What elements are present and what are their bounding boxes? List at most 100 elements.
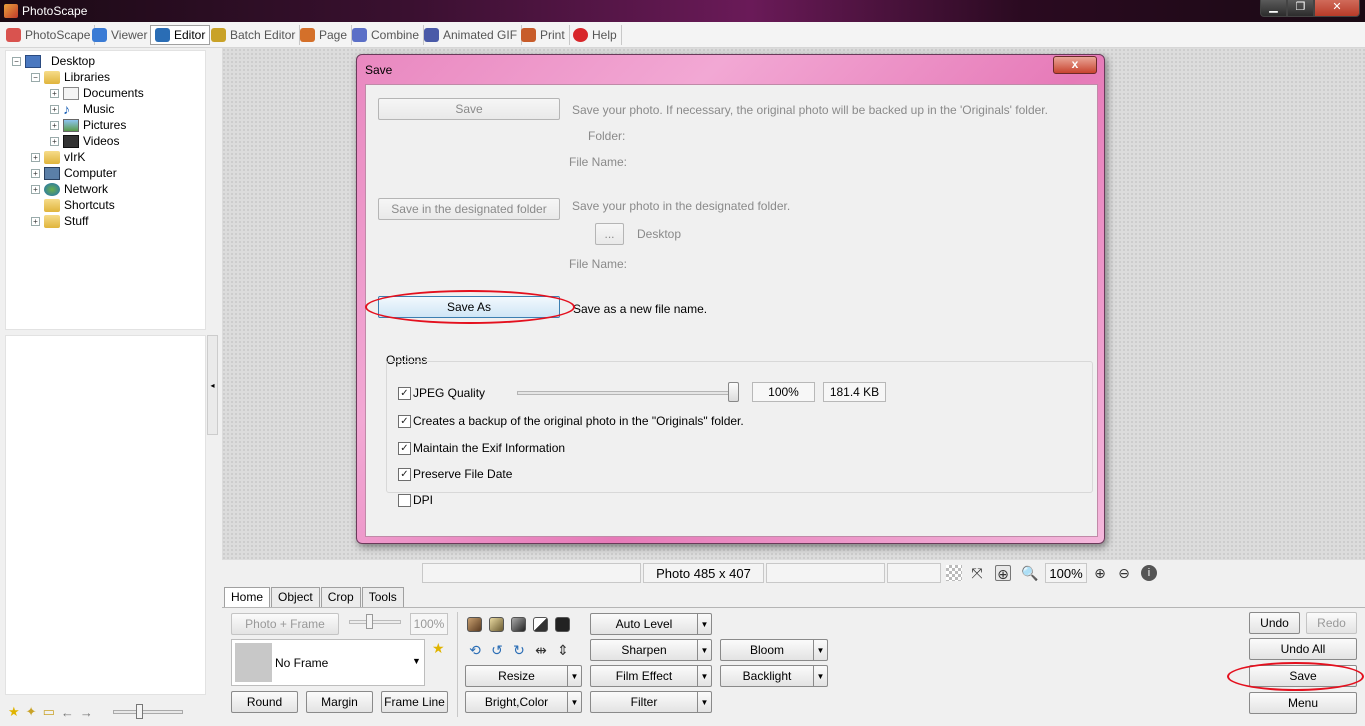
favorite-star-icon[interactable]: ★ <box>432 640 445 657</box>
undo-all-button[interactable]: Undo All <box>1249 638 1357 660</box>
sepia-tone-icon[interactable] <box>489 617 504 632</box>
flip-horizontal-icon[interactable]: ⇹ <box>533 642 549 658</box>
tab-crop[interactable]: Crop <box>320 587 361 607</box>
info-icon[interactable]: i <box>1141 565 1157 581</box>
preserve-date-checkbox[interactable]: ✓ <box>398 468 411 481</box>
thumbnail-size-slider[interactable] <box>112 704 183 719</box>
fit-screen-icon[interactable]: ⤧ <box>969 565 985 581</box>
chevron-down-icon[interactable]: ▼ <box>697 640 711 660</box>
rotate-left-icon[interactable]: ↺ <box>489 642 505 658</box>
tree-item-shortcuts[interactable]: Shortcuts <box>31 198 115 212</box>
star-icon[interactable]: ★ <box>8 704 20 720</box>
tab-tools[interactable]: Tools <box>361 587 404 607</box>
tab-object[interactable]: Object <box>271 587 320 607</box>
zoom-search-icon[interactable]: 🔍 <box>1021 565 1038 581</box>
tab-animated-gif[interactable]: Animated GIF <box>420 25 523 45</box>
redo-button[interactable]: Redo <box>1306 612 1357 634</box>
tree-item-pictures[interactable]: + Pictures <box>50 118 126 132</box>
panel-collapse-handle[interactable]: ◂ <box>207 335 218 435</box>
tree-item-libraries[interactable]: − Libraries <box>31 70 110 84</box>
filter-button[interactable]: Filter ▼ <box>590 691 712 713</box>
actual-size-icon[interactable]: ⊕ <box>995 565 1011 582</box>
expand-icon[interactable]: + <box>31 152 40 162</box>
chevron-down-icon[interactable]: ▼ <box>813 640 827 660</box>
film-effect-button[interactable]: Film Effect ▼ <box>590 665 712 687</box>
slider-thumb[interactable] <box>366 614 373 629</box>
tab-home[interactable]: Home <box>224 587 271 608</box>
chevron-down-icon[interactable]: ▼ <box>567 692 581 712</box>
slider-thumb[interactable] <box>135 704 143 719</box>
open-folder-icon[interactable]: ▭ <box>43 704 55 720</box>
frame-percent-field[interactable]: 100% <box>410 613 448 635</box>
browse-folder-button[interactable]: ... <box>595 223 624 245</box>
close-window-button[interactable]: ✕ <box>1314 0 1360 17</box>
flip-vertical-icon[interactable]: ⇕ <box>555 642 571 658</box>
tree-item-music[interactable]: + ♪ Music <box>50 102 114 116</box>
expand-icon[interactable]: + <box>50 120 59 130</box>
tree-item-network[interactable]: + Network <box>31 182 108 196</box>
tab-print[interactable]: Print <box>517 25 570 45</box>
tree-item-documents[interactable]: + Documents <box>50 86 144 100</box>
frame-line-button[interactable]: Frame Line <box>381 691 448 713</box>
sharpen-button[interactable]: Sharpen ▼ <box>590 639 712 661</box>
undo-button[interactable]: Undo <box>1249 612 1300 634</box>
minimize-button[interactable]: ▁ <box>1260 0 1287 17</box>
expand-icon[interactable]: + <box>31 184 40 194</box>
tree-item-videos[interactable]: + Videos <box>50 134 119 148</box>
tree-item-computer[interactable]: + Computer <box>31 166 117 180</box>
jpeg-quality-slider-thumb[interactable] <box>728 382 739 402</box>
tab-help[interactable]: Help <box>569 25 622 45</box>
expand-icon[interactable]: + <box>31 216 40 226</box>
backup-checkbox[interactable]: ✓ <box>398 415 411 428</box>
expand-icon[interactable]: + <box>31 168 40 178</box>
tree-item-desktop[interactable]: − Desktop <box>12 54 95 68</box>
transparency-icon[interactable] <box>946 565 962 581</box>
rotate-right-icon[interactable]: ↻ <box>511 642 527 658</box>
collapse-icon[interactable]: − <box>12 56 21 66</box>
invert-icon[interactable] <box>555 617 570 632</box>
chevron-down-icon[interactable]: ▼ <box>697 614 711 634</box>
resize-button[interactable]: Resize ▼ <box>465 665 582 687</box>
expand-icon[interactable]: + <box>50 88 59 98</box>
tab-page[interactable]: Page <box>296 25 353 45</box>
zoom-in-icon[interactable]: ⊕ <box>1092 565 1108 581</box>
menu-button[interactable]: Menu <box>1249 692 1357 714</box>
bloom-button[interactable]: Bloom ▼ <box>720 639 828 661</box>
tree-item-virk[interactable]: + vIrK <box>31 150 85 164</box>
chevron-down-icon[interactable]: ▼ <box>567 666 581 686</box>
save-designated-folder-button[interactable]: Save in the designated folder <box>378 198 560 220</box>
tab-batch-editor[interactable]: Batch Editor <box>207 25 301 45</box>
tab-combine[interactable]: Combine <box>348 25 425 45</box>
forward-arrow-icon[interactable]: → <box>80 705 93 720</box>
backlight-button[interactable]: Backlight ▼ <box>720 665 828 687</box>
rotate-icon[interactable]: ⟲ <box>467 642 483 658</box>
tree-item-stuff[interactable]: + Stuff <box>31 214 88 228</box>
dpi-checkbox[interactable] <box>398 494 411 507</box>
frame-slider[interactable] <box>349 614 401 629</box>
auto-level-button[interactable]: Auto Level ▼ <box>590 613 712 635</box>
maximize-button[interactable]: ❐ <box>1287 0 1314 17</box>
back-arrow-icon[interactable]: ← <box>61 705 74 720</box>
frame-selector[interactable]: No Frame ▼ <box>231 639 425 686</box>
grayscale-icon[interactable] <box>511 617 526 632</box>
dialog-save-button[interactable]: Save <box>378 98 560 120</box>
favorites-icon[interactable]: ✦ <box>26 704 37 720</box>
vintage-tone-icon[interactable] <box>467 617 482 632</box>
round-button[interactable]: Round <box>231 691 298 713</box>
jpeg-quality-slider[interactable] <box>517 391 739 395</box>
chevron-down-icon[interactable]: ▼ <box>697 666 711 686</box>
tab-photoscape[interactable]: PhotoScape <box>2 25 96 45</box>
collapse-icon[interactable]: − <box>31 72 40 82</box>
dialog-close-button[interactable]: x <box>1053 56 1097 74</box>
bright-color-button[interactable]: Bright,Color ▼ <box>465 691 582 713</box>
chevron-down-icon[interactable]: ▼ <box>412 656 421 666</box>
tab-editor[interactable]: Editor <box>150 25 211 45</box>
chevron-down-icon[interactable]: ▼ <box>697 692 711 712</box>
exif-checkbox[interactable]: ✓ <box>398 442 411 455</box>
margin-button[interactable]: Margin <box>306 691 373 713</box>
jpeg-quality-checkbox[interactable]: ✓ <box>398 387 411 400</box>
expand-icon[interactable]: + <box>50 104 59 114</box>
photo-frame-button[interactable]: Photo + Frame <box>231 613 339 635</box>
zoom-out-icon[interactable]: ⊖ <box>1116 565 1132 581</box>
chevron-down-icon[interactable]: ▼ <box>813 666 827 686</box>
